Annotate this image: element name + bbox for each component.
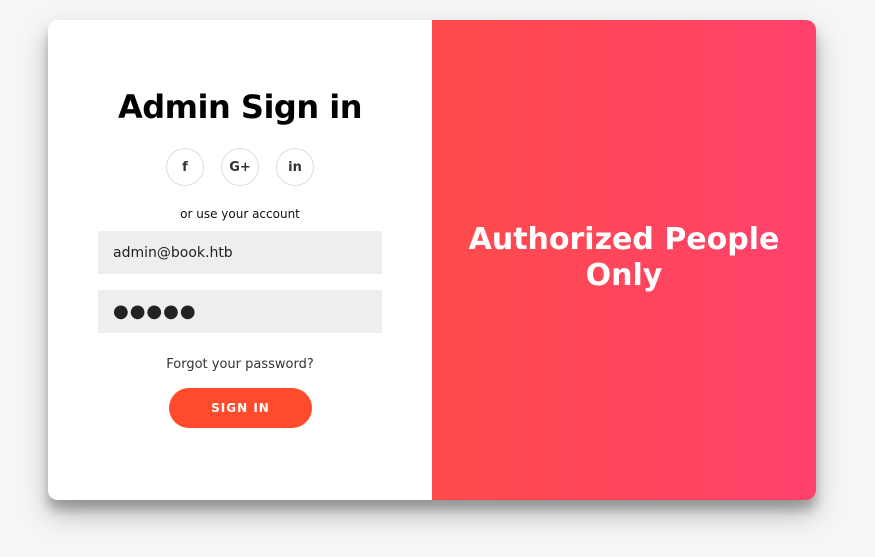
sign-in-card: Admin Sign in f G+ in or use your accoun…: [48, 20, 816, 500]
sign-in-form-panel: Admin Sign in f G+ in or use your accoun…: [48, 20, 432, 500]
overlay-panel: Authorized People Only: [432, 20, 816, 500]
forgot-password-link[interactable]: Forgot your password?: [48, 357, 432, 372]
page-title: Admin Sign in: [118, 88, 363, 126]
sign-in-button[interactable]: SIGN IN: [169, 388, 312, 428]
google-plus-icon[interactable]: G+: [221, 148, 259, 186]
social-login-group: f G+ in: [166, 148, 314, 188]
overlay-heading-line2: Only: [585, 258, 663, 293]
email-field[interactable]: [98, 231, 382, 274]
facebook-icon[interactable]: f: [166, 148, 204, 186]
password-field[interactable]: [98, 290, 382, 333]
or-use-account-text: or use your account: [180, 207, 300, 221]
overlay-heading: Authorized People Only: [432, 222, 816, 294]
overlay-heading-line1: Authorized People: [468, 222, 780, 257]
linkedin-icon[interactable]: in: [276, 148, 314, 186]
